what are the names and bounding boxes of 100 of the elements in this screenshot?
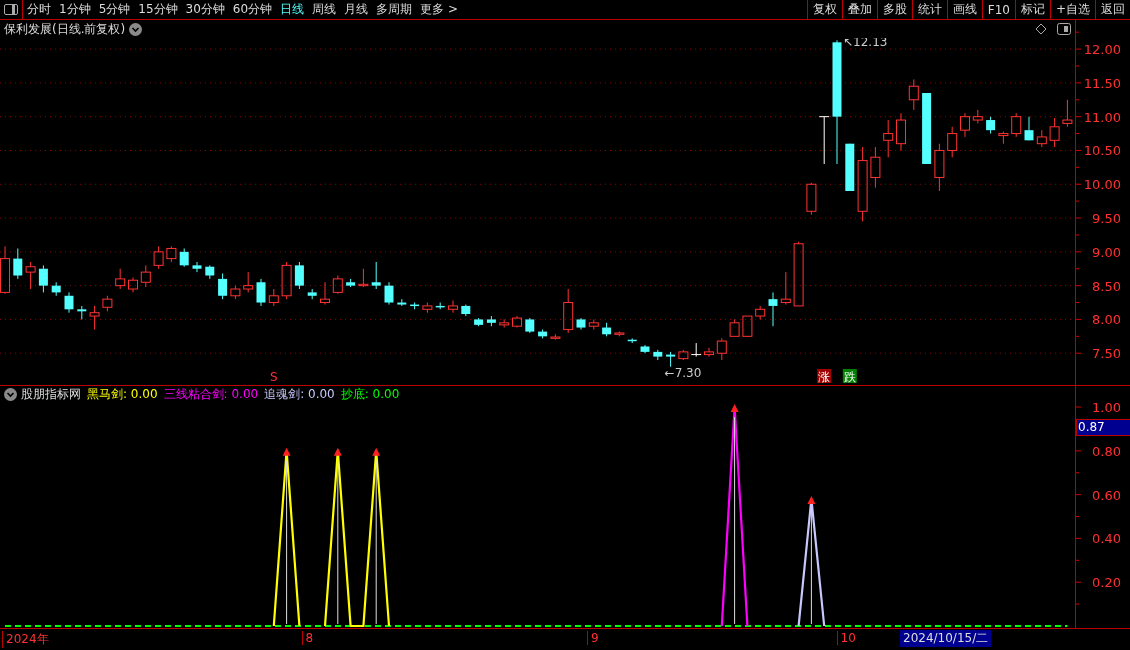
candlestick bbox=[716, 337, 727, 361]
candlestick bbox=[998, 131, 1009, 145]
panel-toggle-icon[interactable] bbox=[4, 4, 18, 15]
candlestick bbox=[38, 264, 48, 293]
candlestick bbox=[960, 112, 970, 138]
candlestick bbox=[768, 291, 778, 327]
candlestick bbox=[192, 261, 202, 273]
period-tab[interactable]: 多周期 bbox=[372, 0, 417, 19]
candlestick bbox=[346, 278, 356, 288]
toolbar-button[interactable]: 叠加 bbox=[841, 0, 877, 19]
candlestick bbox=[704, 347, 714, 358]
candlestick bbox=[153, 245, 164, 270]
candlestick bbox=[179, 247, 189, 268]
candlestick bbox=[371, 261, 381, 290]
panel-toggle-icon[interactable] bbox=[1057, 23, 1071, 35]
legend-item: 三线粘合剑: 0.00 bbox=[163, 386, 259, 404]
period-tab[interactable]: 30分钟 bbox=[181, 0, 229, 19]
diamond-icon[interactable] bbox=[1035, 23, 1047, 35]
candlestick bbox=[780, 271, 791, 306]
candlestick bbox=[640, 344, 650, 354]
period-tab[interactable]: 5分钟 bbox=[94, 0, 135, 19]
candlestick bbox=[653, 349, 663, 361]
dropdown-icon[interactable] bbox=[4, 388, 17, 402]
axis-label: 11.50 bbox=[1083, 75, 1121, 91]
candlestick bbox=[474, 317, 484, 327]
signal-label: S bbox=[270, 370, 278, 384]
candlestick bbox=[986, 116, 996, 135]
candlestick bbox=[358, 268, 369, 288]
candlestick bbox=[332, 275, 343, 295]
candlestick bbox=[89, 305, 100, 331]
signal-badge: 跌 bbox=[842, 369, 857, 384]
chart-title: 保利发展(日线.前复权) bbox=[4, 20, 126, 38]
axis-label: 0.80 bbox=[1092, 443, 1121, 459]
toolbar-button[interactable]: F10 bbox=[981, 0, 1015, 19]
date-label: 8 bbox=[301, 631, 314, 645]
candlestick bbox=[793, 241, 804, 307]
candlestick bbox=[0, 245, 10, 295]
candlestick bbox=[1024, 116, 1034, 141]
candlestick bbox=[947, 126, 958, 158]
period-tab[interactable]: 日线 bbox=[276, 0, 309, 19]
dropdown-icon[interactable] bbox=[129, 22, 143, 36]
candlestick bbox=[512, 315, 522, 329]
axis-label: 8.50 bbox=[1092, 278, 1121, 294]
indicator-name: 股朋指标网 bbox=[21, 386, 81, 404]
candlestick bbox=[576, 317, 586, 331]
period-tab[interactable]: 1分钟 bbox=[55, 0, 95, 19]
candlestick bbox=[256, 278, 266, 307]
candlestick bbox=[729, 318, 740, 337]
period-tab[interactable]: 更多 > bbox=[416, 0, 462, 19]
candlestick bbox=[550, 333, 561, 341]
period-tab[interactable]: 周线 bbox=[308, 0, 341, 19]
candlestick bbox=[588, 318, 599, 331]
candlestick bbox=[563, 288, 574, 334]
candlestick bbox=[1062, 99, 1073, 128]
candlestick bbox=[602, 322, 612, 337]
candlestick bbox=[397, 298, 407, 307]
candlestick bbox=[896, 112, 906, 151]
period-tab[interactable]: 分时 bbox=[23, 0, 55, 19]
toolbar-button[interactable]: 标记 bbox=[1014, 0, 1050, 19]
period-tab[interactable]: 60分钟 bbox=[228, 0, 277, 19]
price-annotation: ←7.30 bbox=[664, 365, 702, 380]
toolbar-button[interactable]: 复权 bbox=[806, 0, 842, 19]
candlestick bbox=[818, 116, 830, 165]
signal-badge: 涨 bbox=[817, 369, 832, 384]
candlestick bbox=[461, 304, 471, 317]
toolbar-button[interactable]: 画线 bbox=[946, 0, 982, 19]
candlestick bbox=[320, 281, 330, 306]
candlestick bbox=[972, 109, 983, 124]
candlestick bbox=[243, 271, 254, 293]
axis-label: 9.00 bbox=[1092, 244, 1121, 260]
toolbar-button[interactable]: 多股 bbox=[876, 0, 912, 19]
candlestick bbox=[77, 305, 87, 320]
axis-label: 10.50 bbox=[1083, 143, 1121, 159]
axis-label: 0.40 bbox=[1092, 531, 1121, 547]
candlestick bbox=[448, 300, 458, 314]
axis-label: 11.00 bbox=[1083, 109, 1121, 125]
toolbar-button[interactable]: 返回 bbox=[1095, 0, 1130, 19]
period-tab[interactable]: 15分钟 bbox=[134, 0, 182, 19]
toolbar-button[interactable]: +自选 bbox=[1049, 0, 1095, 19]
candlestick bbox=[166, 245, 177, 263]
axis-label: 7.50 bbox=[1092, 346, 1121, 362]
toolbar-button[interactable]: 统计 bbox=[911, 0, 947, 19]
period-tab[interactable]: 月线 bbox=[340, 0, 373, 19]
candlestick bbox=[806, 182, 817, 216]
date-label: 9 bbox=[586, 631, 599, 645]
candlestick bbox=[13, 247, 23, 280]
candlestick bbox=[218, 272, 228, 300]
candlestick bbox=[908, 79, 919, 111]
candlestick bbox=[128, 277, 138, 293]
candlestick bbox=[666, 351, 676, 368]
axis-label: 1.00 bbox=[1092, 400, 1121, 415]
candlestick bbox=[845, 143, 855, 192]
candlestick bbox=[538, 329, 548, 339]
legend-item: 黑马剑: 0.00 bbox=[87, 386, 158, 404]
candlestick bbox=[755, 305, 766, 320]
candlestick bbox=[102, 295, 113, 312]
candlestick bbox=[870, 146, 881, 189]
candlestick bbox=[205, 264, 215, 280]
date-label: 10 bbox=[836, 631, 856, 645]
candlestick bbox=[486, 315, 496, 327]
